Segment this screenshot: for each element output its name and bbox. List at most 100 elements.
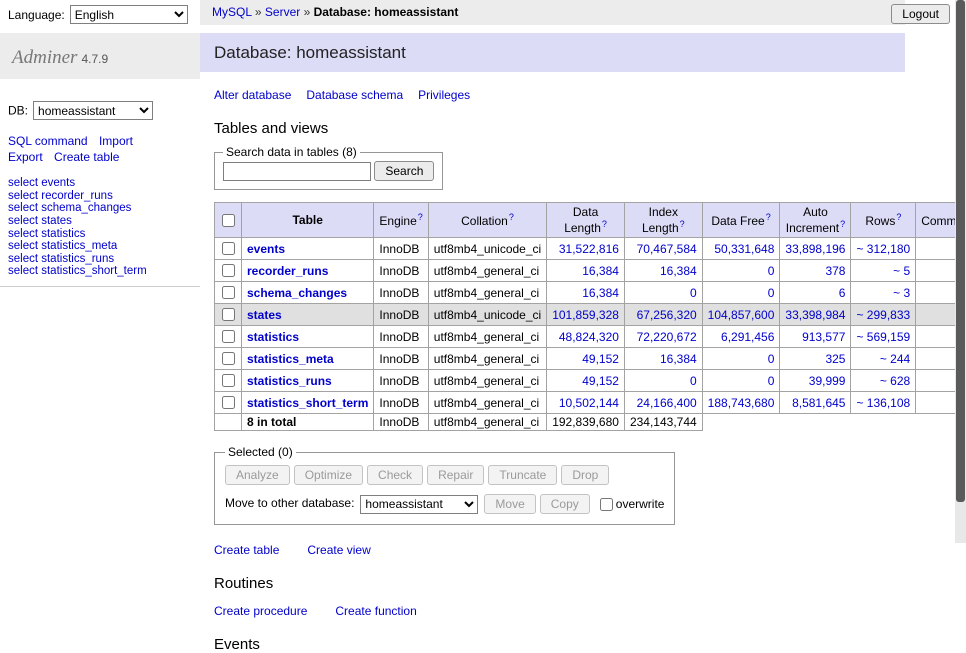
main-content: Database: homeassistant Alter databaseDa… — [200, 26, 905, 653]
table-name-cell: statistics_runs — [242, 370, 374, 392]
create-view-link[interactable]: Create view — [307, 543, 370, 557]
logout-button[interactable]: Logout — [891, 4, 950, 24]
data-length-cell: 101,859,328 — [547, 304, 625, 326]
select-all-header-cell — [215, 203, 242, 238]
create-procedure-link[interactable]: Create procedure — [214, 604, 307, 618]
db-link-database-schema[interactable]: Database schema — [306, 88, 403, 102]
collation-cell: utf8mb4_general_ci — [428, 326, 546, 348]
check-button[interactable]: Check — [367, 465, 423, 485]
sidebar-link-select-statistics-meta[interactable]: select statistics_meta — [8, 240, 117, 252]
sidebar-link-select-states[interactable]: select states — [8, 215, 72, 227]
table-row: statesInnoDButf8mb4_unicode_ci101,859,32… — [215, 304, 966, 326]
sidebar-table-item: select statistics_short_term — [8, 265, 200, 278]
table-name-cell: states — [242, 304, 374, 326]
analyze-button[interactable]: Analyze — [225, 465, 290, 485]
sidebar-link-export[interactable]: Export — [8, 150, 43, 164]
row-checkbox-cell — [215, 326, 242, 348]
help-link[interactable]: ? — [602, 219, 607, 229]
move-button[interactable]: Move — [484, 494, 535, 514]
collation-cell: utf8mb4_unicode_ci — [428, 238, 546, 260]
help-link[interactable]: ? — [840, 219, 845, 229]
row-checkbox-cell — [215, 392, 242, 414]
index-length-cell: 16,384 — [624, 260, 702, 282]
data-length-cell: 49,152 — [547, 348, 625, 370]
table-link-statistics_meta[interactable]: statistics_meta — [247, 352, 334, 366]
auto-increment-cell: 378 — [780, 260, 851, 282]
table-link-statistics_short_term[interactable]: statistics_short_term — [247, 396, 368, 410]
app-version-link[interactable]: 4.7.9 — [81, 52, 108, 66]
sidebar-table-item: select events — [8, 177, 200, 190]
db-link-alter-database[interactable]: Alter database — [214, 88, 291, 102]
search-input[interactable] — [223, 162, 371, 181]
sidebar-link-select-recorder-runs[interactable]: select recorder_runs — [8, 190, 113, 202]
row-checkbox-statistics_meta[interactable] — [222, 352, 235, 365]
table-link-states[interactable]: states — [247, 308, 282, 322]
truncate-button[interactable]: Truncate — [488, 465, 557, 485]
sidebar-link-select-schema-changes[interactable]: select schema_changes — [8, 202, 131, 214]
engine-cell: InnoDB — [374, 392, 428, 414]
sidebar-link-sql-command[interactable]: SQL command — [8, 134, 88, 148]
table-row: schema_changesInnoDButf8mb4_general_ci16… — [215, 282, 966, 304]
sidebar-link-import[interactable]: Import — [99, 134, 133, 148]
selected-legend: Selected (0) — [225, 445, 296, 459]
row-checkbox-recorder_runs[interactable] — [222, 264, 235, 277]
table-row: statistics_runsInnoDButf8mb4_general_ci4… — [215, 370, 966, 392]
data-length-cell: 31,522,816 — [547, 238, 625, 260]
sidebar-link-select-statistics-runs[interactable]: select statistics_runs — [8, 253, 114, 265]
sidebar-link-create-table[interactable]: Create table — [54, 150, 119, 164]
search-legend: Search data in tables (8) — [223, 145, 360, 159]
repair-button[interactable]: Repair — [427, 465, 484, 485]
overwrite-checkbox[interactable] — [600, 498, 613, 511]
total-data-length-cell: 192,839,680 — [547, 414, 625, 431]
table-link-statistics[interactable]: statistics — [247, 330, 299, 344]
create-function-link[interactable]: Create function — [335, 604, 416, 618]
db-select[interactable]: homeassistant — [33, 101, 153, 120]
language-select[interactable]: English — [70, 5, 188, 24]
help-link[interactable]: ? — [418, 212, 423, 222]
scrollbar[interactable] — [955, 0, 966, 543]
column-header-rows: Rows? — [851, 203, 916, 238]
table-link-schema_changes[interactable]: schema_changes — [247, 286, 347, 300]
data-length-cell: 16,384 — [547, 260, 625, 282]
create-links: Create table Create view — [214, 543, 905, 557]
app-logo: Adminer4.7.9 — [0, 33, 200, 79]
scrollbar-thumb[interactable] — [956, 0, 965, 502]
table-link-statistics_runs[interactable]: statistics_runs — [247, 374, 332, 388]
auto-increment-cell: 8,581,645 — [780, 392, 851, 414]
row-checkbox-statistics[interactable] — [222, 330, 235, 343]
total-collation-cell: utf8mb4_general_ci — [428, 414, 546, 431]
sidebar-divider — [0, 286, 200, 287]
sidebar-link-select-statistics[interactable]: select statistics — [8, 228, 85, 240]
drop-button[interactable]: Drop — [561, 465, 609, 485]
row-checkbox-states[interactable] — [222, 308, 235, 321]
db-link-privileges[interactable]: Privileges — [418, 88, 470, 102]
row-checkbox-events[interactable] — [222, 242, 235, 255]
row-checkbox-statistics_short_term[interactable] — [222, 396, 235, 409]
sidebar-table-item: select recorder_runs — [8, 190, 200, 203]
engine-cell: InnoDB — [374, 260, 428, 282]
help-link[interactable]: ? — [766, 212, 771, 222]
move-db-select[interactable]: homeassistant — [360, 495, 478, 514]
breadcrumb-link-server[interactable]: Server — [265, 5, 300, 19]
help-link[interactable]: ? — [509, 212, 514, 222]
copy-button[interactable]: Copy — [540, 494, 590, 514]
row-checkbox-statistics_runs[interactable] — [222, 374, 235, 387]
select-all-checkbox[interactable] — [222, 214, 235, 227]
row-checkbox-schema_changes[interactable] — [222, 286, 235, 299]
data-free-cell: 104,857,600 — [702, 304, 780, 326]
total-row: 8 in totalInnoDButf8mb4_general_ci192,83… — [215, 414, 966, 431]
help-link[interactable]: ? — [680, 219, 685, 229]
help-link[interactable]: ? — [896, 212, 901, 222]
optimize-button[interactable]: Optimize — [294, 465, 363, 485]
column-header-table: Table — [242, 203, 374, 238]
create-table-link[interactable]: Create table — [214, 543, 279, 557]
table-link-recorder_runs[interactable]: recorder_runs — [247, 264, 328, 278]
row-checkbox-cell — [215, 370, 242, 392]
breadcrumb: MySQL » Server » Database: homeassistant — [200, 0, 905, 25]
sidebar-link-select-statistics-short-term[interactable]: select statistics_short_term — [8, 265, 147, 277]
total-index-length-cell: 234,143,744 — [624, 414, 702, 431]
breadcrumb-link-mysql[interactable]: MySQL — [212, 5, 252, 19]
table-link-events[interactable]: events — [247, 242, 285, 256]
search-button[interactable]: Search — [374, 161, 434, 181]
sidebar-link-select-events[interactable]: select events — [8, 177, 75, 189]
